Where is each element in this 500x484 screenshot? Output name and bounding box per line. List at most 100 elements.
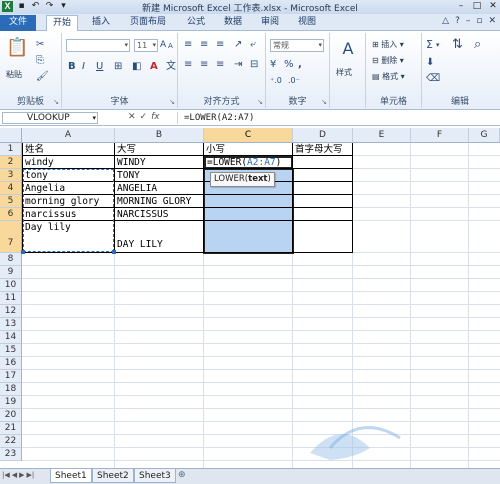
minimize-ribbon-icon[interactable]: △ — [442, 16, 449, 26]
styles-button[interactable]: 样式 — [336, 67, 352, 78]
sheet-tab-3[interactable]: Sheet3 — [134, 469, 176, 483]
wrap-text-icon[interactable]: ⤶ — [250, 39, 256, 51]
window-restore-icon[interactable]: ▫ — [476, 16, 482, 26]
row-header-23[interactable]: 23 — [0, 448, 22, 461]
column-header-g[interactable]: G — [469, 128, 500, 143]
align-top-icon[interactable]: ≡ — [184, 39, 192, 51]
row-header-17[interactable]: 17 — [0, 370, 22, 383]
prev-sheet-icon[interactable]: ◀ — [12, 471, 17, 479]
row-header-13[interactable]: 13 — [0, 318, 22, 331]
borders-icon[interactable]: ⊞ — [114, 61, 122, 73]
cell-b7[interactable]: DAY LILY — [115, 239, 163, 251]
cell-b3[interactable]: TONY — [115, 170, 140, 182]
alignment-launcher-icon[interactable]: ↘ — [257, 98, 263, 106]
cell-b5[interactable]: MORNING GLORY — [115, 196, 191, 208]
fill-color-icon[interactable]: ◧ — [132, 61, 141, 73]
number-launcher-icon[interactable]: ↘ — [321, 98, 327, 106]
row-header-4[interactable]: 4 — [0, 182, 22, 195]
styles-icon[interactable]: A — [338, 39, 358, 59]
fill-icon[interactable]: ⬇ — [426, 57, 434, 69]
enter-formula-button[interactable]: ✓ — [140, 112, 148, 122]
tab-page-layout[interactable]: 页面布局 — [124, 15, 172, 31]
autosum-dropdown-icon[interactable]: ▾ — [436, 39, 440, 51]
cell-a2[interactable]: windy — [23, 157, 54, 169]
tab-review[interactable]: 审阅 — [255, 15, 285, 31]
clear-icon[interactable]: ⌫ — [426, 73, 440, 85]
tab-insert[interactable]: 插入 — [86, 15, 116, 31]
cell-a6[interactable]: narcissus — [23, 209, 76, 221]
orientation-icon[interactable]: ↗ — [234, 39, 242, 51]
cell-b4[interactable]: ANGELIA — [115, 183, 157, 195]
column-header-c[interactable]: C — [204, 128, 293, 143]
next-sheet-icon[interactable]: ▶ — [19, 471, 24, 479]
indent-icon[interactable]: ⇥ — [234, 59, 242, 71]
underline-button[interactable]: U — [96, 61, 103, 73]
cell-d1[interactable]: 首字母大写 — [293, 144, 343, 156]
font-size-combo[interactable]: 11 ▾ — [134, 39, 158, 52]
first-sheet-icon[interactable]: |◀ — [2, 471, 10, 479]
grow-font-icon[interactable]: A — [160, 39, 166, 51]
number-format-combo[interactable]: 常规 ▾ — [270, 39, 324, 52]
cut-icon[interactable]: ✂ — [36, 39, 44, 51]
sheet-tab-1[interactable]: Sheet1 — [50, 469, 92, 483]
row-header-14[interactable]: 14 — [0, 331, 22, 344]
tab-view[interactable]: 视图 — [292, 15, 322, 31]
cell-a4[interactable]: Angelia — [23, 183, 65, 195]
cell-a1[interactable]: 姓名 — [23, 144, 44, 156]
comma-button[interactable]: , — [298, 59, 302, 71]
merge-center-icon[interactable]: ⊟ — [250, 59, 258, 71]
delete-cells-button[interactable]: ⊟ 删除 ▾ — [372, 55, 404, 66]
insert-cells-button[interactable]: ⊞ 插入 ▾ — [372, 39, 404, 50]
minimize-button[interactable]: – — [456, 1, 466, 12]
cancel-formula-button[interactable]: ✕ — [128, 112, 136, 122]
shrink-font-icon[interactable]: A — [168, 40, 173, 52]
cell-c2-edit[interactable]: =LOWER(A2:A7) — [205, 157, 281, 169]
column-header-d[interactable]: D — [293, 128, 353, 143]
tab-file[interactable]: 文件 — [0, 15, 36, 31]
row-header-9[interactable]: 9 — [0, 266, 22, 279]
format-painter-icon[interactable]: 🖌 — [36, 71, 49, 83]
column-header-e[interactable]: E — [353, 128, 411, 143]
format-cells-button[interactable]: ▤ 格式 ▾ — [372, 71, 405, 82]
row-header-19[interactable]: 19 — [0, 396, 22, 409]
window-minimize-icon[interactable]: – — [466, 16, 471, 26]
row-header-16[interactable]: 16 — [0, 357, 22, 370]
row-header-1[interactable]: 1 — [0, 143, 22, 156]
italic-button[interactable]: I — [82, 61, 85, 73]
sort-filter-icon[interactable]: ⇅ — [452, 38, 463, 51]
clipboard-launcher-icon[interactable]: ↘ — [53, 98, 59, 106]
row-header-5[interactable]: 5 — [0, 195, 22, 208]
row-header-12[interactable]: 12 — [0, 305, 22, 318]
cell-b6[interactable]: NARCISSUS — [115, 209, 168, 221]
row-header-6[interactable]: 6 — [0, 208, 22, 221]
phonetic-icon[interactable]: 文 — [166, 61, 176, 73]
formula-input[interactable]: =LOWER(A2:A7) — [177, 112, 498, 124]
align-center-icon[interactable]: ≡ — [200, 59, 208, 71]
maximize-button[interactable]: □ — [472, 1, 482, 12]
sheet-tab-2[interactable]: Sheet2 — [92, 469, 134, 483]
close-window-button[interactable]: ✕ — [488, 1, 498, 12]
align-left-icon[interactable]: ≡ — [184, 59, 192, 71]
font-name-combo[interactable]: ▾ — [66, 39, 130, 52]
currency-icon[interactable]: ¥ — [270, 59, 276, 71]
column-header-f[interactable]: F — [411, 128, 469, 143]
find-select-icon[interactable]: ⌕ — [474, 38, 481, 51]
row-header-10[interactable]: 10 — [0, 279, 22, 292]
insert-sheet-icon[interactable]: ⊕ — [178, 470, 186, 480]
paste-button[interactable]: 粘贴 — [6, 69, 22, 80]
align-right-icon[interactable]: ≡ — [216, 59, 224, 71]
row-header-3[interactable]: 3 — [0, 169, 22, 182]
tab-home[interactable]: 开始 — [46, 15, 79, 31]
last-sheet-icon[interactable]: ▶| — [27, 471, 35, 479]
select-all-button[interactable] — [0, 128, 22, 143]
row-header-15[interactable]: 15 — [0, 344, 22, 357]
row-header-18[interactable]: 18 — [0, 383, 22, 396]
function-tooltip[interactable]: LOWER(text) — [210, 172, 275, 187]
cell-a7[interactable]: Day lily — [23, 222, 71, 234]
row-header-21[interactable]: 21 — [0, 422, 22, 435]
row-header-22[interactable]: 22 — [0, 435, 22, 448]
help-icon[interactable]: ? — [455, 16, 460, 26]
cell-c1[interactable]: 小写 — [204, 144, 225, 156]
row-header-2[interactable]: 2 — [0, 156, 22, 169]
column-header-b[interactable]: B — [115, 128, 204, 143]
